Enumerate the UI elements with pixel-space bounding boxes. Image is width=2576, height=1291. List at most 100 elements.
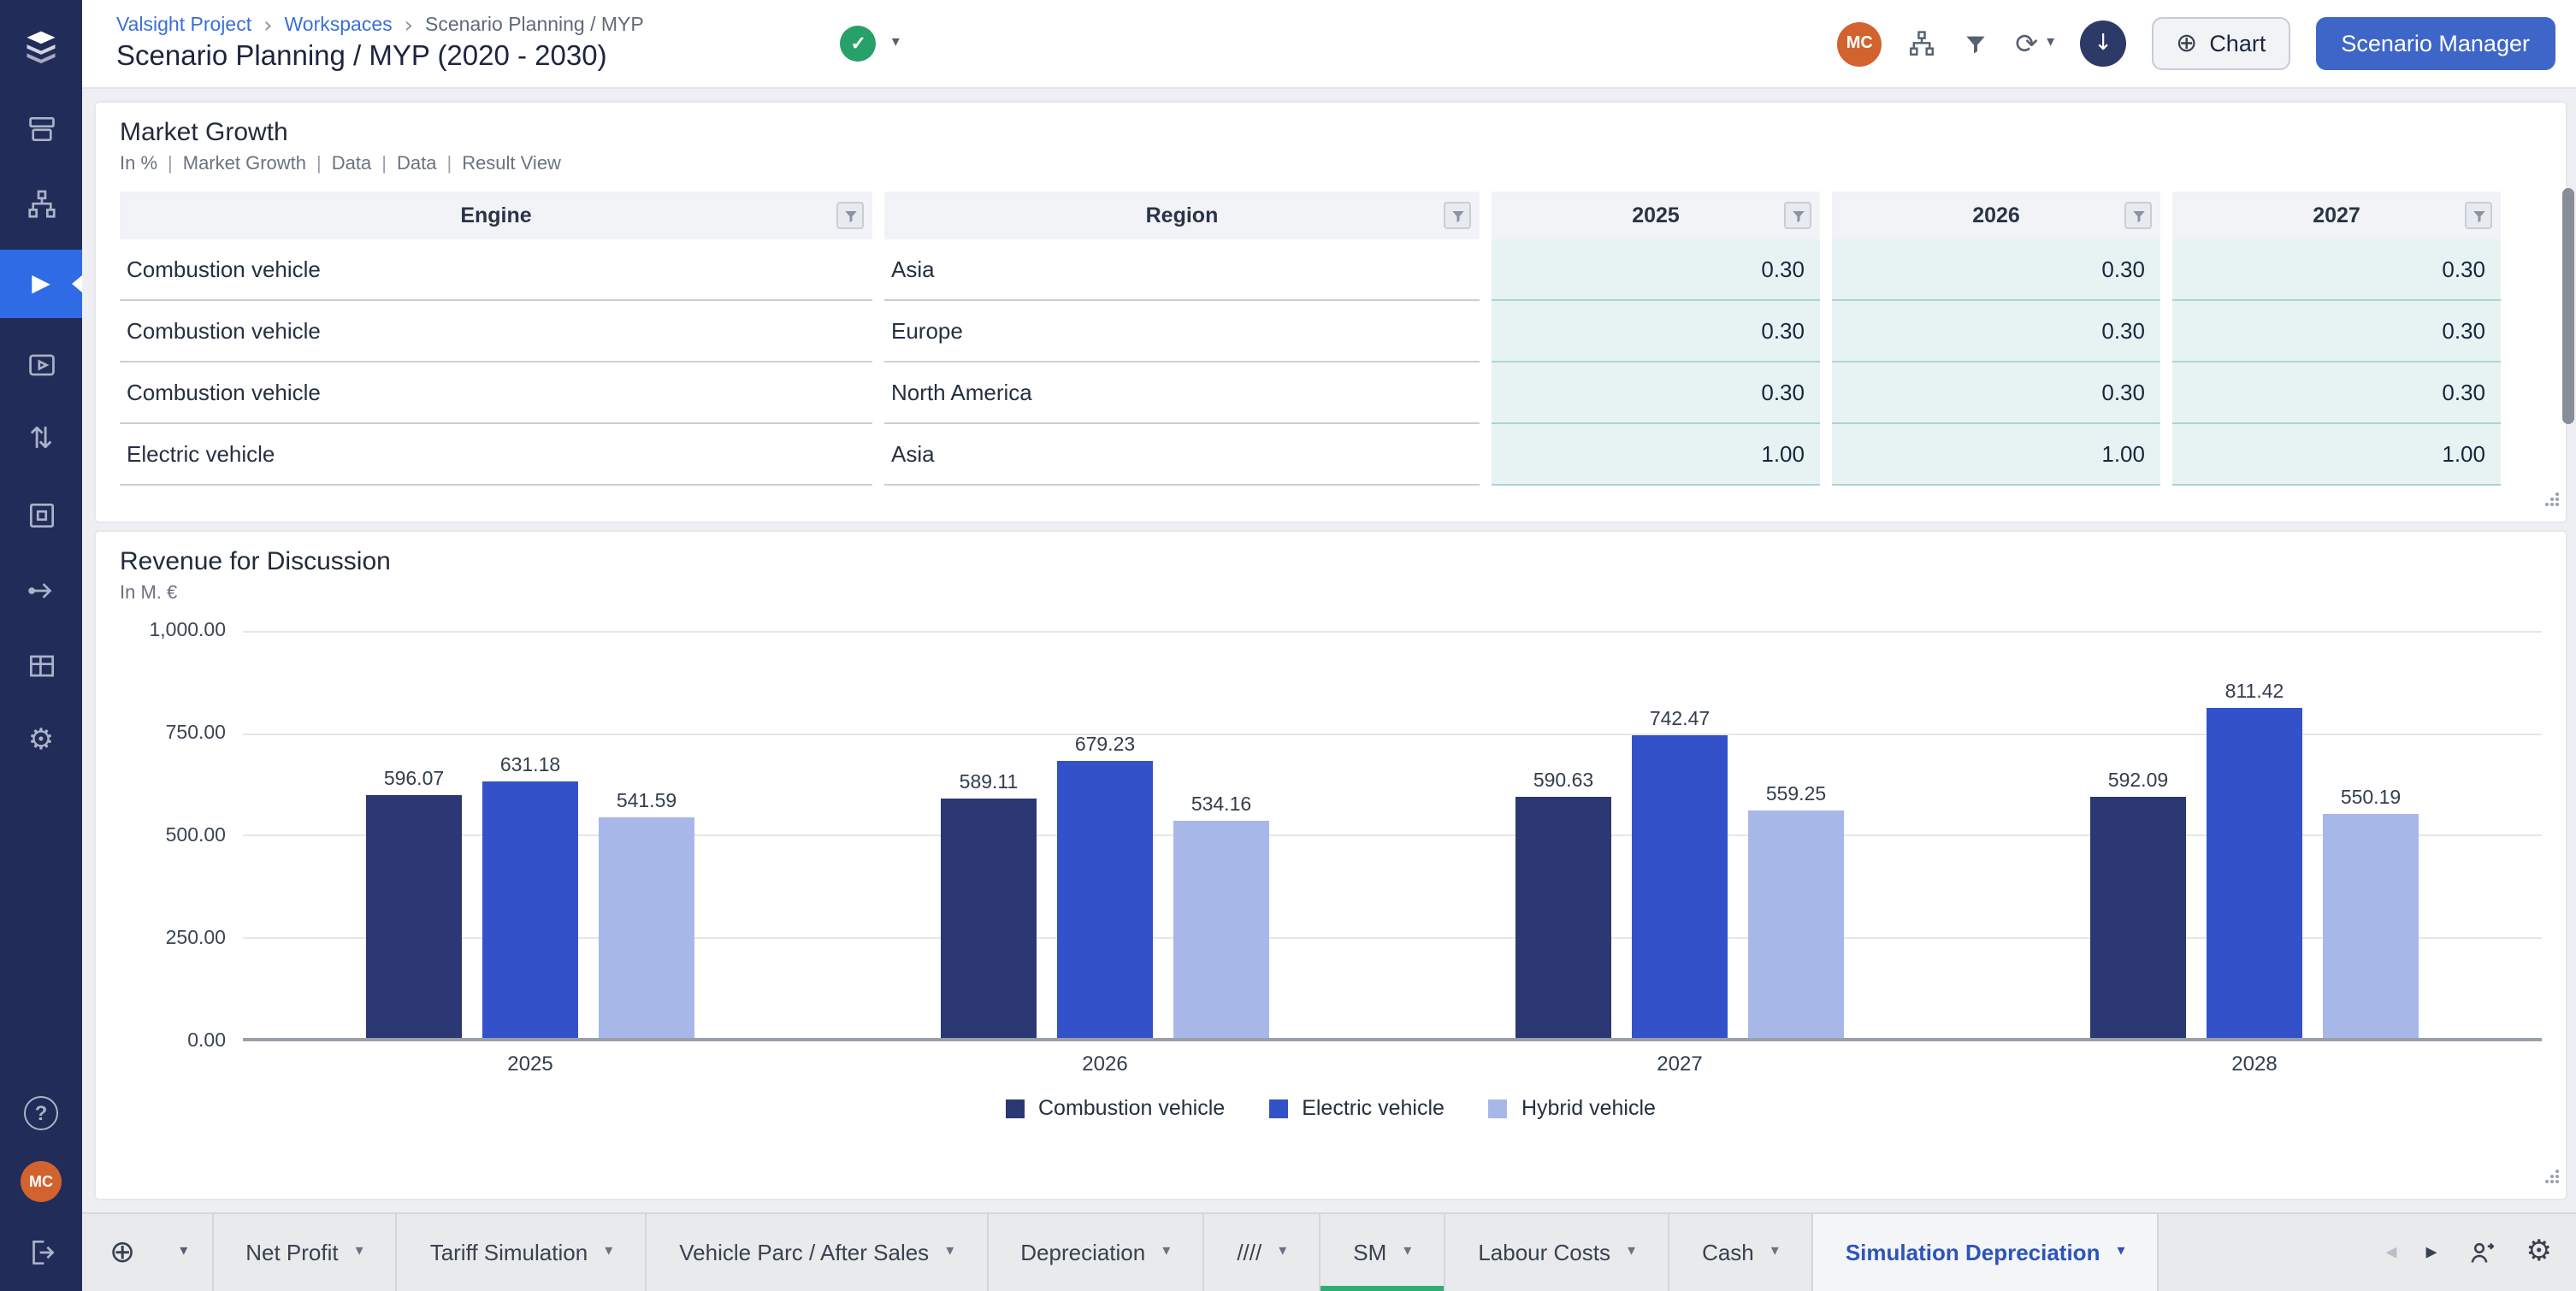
tab-sm[interactable]: SM▾ xyxy=(1320,1214,1445,1291)
user-switch-icon[interactable] xyxy=(2467,1237,2497,1268)
cell-value[interactable]: 0.30 xyxy=(1492,363,1820,424)
bar-settings-gear-icon[interactable]: ⚙ xyxy=(2526,1238,2553,1267)
bar-group: 590.63742.47559.25 xyxy=(1505,631,1854,1038)
chevron-down-icon[interactable]: ▾ xyxy=(1279,1245,1286,1260)
plus-circle-icon: ⊕ xyxy=(109,1237,135,1268)
column-filter-icon[interactable] xyxy=(2124,202,2152,229)
tab-net-profit[interactable]: Net Profit▾ xyxy=(213,1214,397,1291)
tabs-scroll-left-icon[interactable]: ◂ xyxy=(2385,1241,2396,1264)
legend-label: Hybrid vehicle xyxy=(1521,1096,1656,1120)
plus-circle-icon: ⊕ xyxy=(2176,31,2197,56)
tab-label: Vehicle Parc / After Sales xyxy=(679,1240,929,1265)
table-icon[interactable] xyxy=(0,636,82,694)
refresh-caret-icon[interactable]: ▾ xyxy=(2047,36,2054,51)
cell-value[interactable]: 1.00 xyxy=(1832,424,2160,486)
import-export-icon[interactable]: ⇅ xyxy=(0,410,82,469)
chevron-down-icon[interactable]: ▾ xyxy=(1403,1245,1411,1260)
subtitle-part: Market Growth xyxy=(183,150,306,178)
tab-label: Simulation Depreciation xyxy=(1846,1240,2100,1265)
tab-simulation-depreciation[interactable]: Simulation Depreciation ▾ xyxy=(1813,1214,2159,1291)
flow-icon[interactable] xyxy=(0,561,82,619)
column-filter-icon[interactable] xyxy=(836,202,864,229)
chart-button[interactable]: ⊕ Chart xyxy=(2152,17,2289,70)
x-axis-label: 2028 xyxy=(2080,1052,2429,1076)
y-tick-label: 250.00 xyxy=(166,928,226,949)
legend-item[interactable]: Combustion vehicle xyxy=(1006,1096,1225,1120)
cell-value[interactable]: 0.30 xyxy=(1832,363,2160,424)
resize-grip[interactable] xyxy=(2544,486,2561,516)
bar-value-label: 534.16 xyxy=(1191,795,1251,816)
model-hierarchy-icon[interactable] xyxy=(0,174,82,233)
header-hierarchy-icon[interactable] xyxy=(1907,29,1936,58)
tab-depreciation[interactable]: Depreciation▾ xyxy=(988,1214,1204,1291)
breadcrumb-item[interactable]: Workspaces xyxy=(285,15,393,36)
header-avatar[interactable]: MC xyxy=(1837,21,1882,66)
cell-value[interactable]: 1.00 xyxy=(1492,424,1820,486)
column-header-label: 2025 xyxy=(1632,203,1680,227)
x-axis-label: 2026 xyxy=(931,1052,1279,1076)
cell-value[interactable]: 0.30 xyxy=(1832,301,2160,363)
presentation-play-icon[interactable] xyxy=(0,335,82,393)
cell-value[interactable]: 0.30 xyxy=(1492,301,1820,363)
status-caret-icon[interactable]: ▾ xyxy=(892,36,900,51)
bar-wrap: 541.59 xyxy=(599,631,694,1038)
market-growth-title: Market Growth xyxy=(120,116,2542,150)
chevron-down-icon[interactable]: ▾ xyxy=(946,1245,954,1260)
cell-value[interactable]: 0.30 xyxy=(2172,301,2501,363)
tab-cash[interactable]: Cash▾ xyxy=(1669,1214,1813,1291)
vertical-scrollbar[interactable] xyxy=(2562,188,2574,424)
settings-gear-icon[interactable]: ⚙ xyxy=(0,711,82,769)
sidebar-item-workspace-active[interactable]: ▶ xyxy=(0,250,82,318)
subtitle-part: In % xyxy=(120,150,157,178)
bar-value-label: 679.23 xyxy=(1075,736,1135,757)
subtitle-separator: | xyxy=(168,150,173,178)
download-icon[interactable]: ↓ xyxy=(2080,21,2126,67)
legend-swatch xyxy=(1269,1099,1288,1117)
help-icon[interactable]: ? xyxy=(24,1096,58,1130)
chevron-down-icon[interactable]: ▾ xyxy=(1162,1245,1170,1260)
archive-icon[interactable] xyxy=(0,99,82,157)
chevron-down-icon[interactable]: ▾ xyxy=(605,1245,612,1260)
sidebar-avatar[interactable]: MC xyxy=(21,1161,62,1202)
add-tab-button[interactable]: ⊕ xyxy=(82,1214,156,1291)
cell-value[interactable]: 0.30 xyxy=(1832,239,2160,301)
cell-value[interactable]: 0.30 xyxy=(2172,239,2501,301)
chevron-down-icon[interactable]: ▾ xyxy=(1628,1245,1635,1260)
refresh-icon[interactable]: ⟳ xyxy=(2015,30,2038,57)
logout-icon[interactable] xyxy=(21,1233,62,1270)
scenario-manager-button[interactable]: Scenario Manager xyxy=(2315,17,2555,70)
app-window: ▶ ⇅ ⚙ ? MC xyxy=(0,0,2576,1291)
tab-vehicle-parc-after-sales[interactable]: Vehicle Parc / After Sales ▾ xyxy=(647,1214,988,1291)
bar-wrap: 679.23 xyxy=(1057,631,1153,1038)
bar-group: 596.07631.18541.59 xyxy=(356,631,705,1038)
bar xyxy=(599,817,694,1038)
legend-item[interactable]: Hybrid vehicle xyxy=(1489,1096,1656,1120)
tab-slashes[interactable]: ////▾ xyxy=(1204,1214,1320,1291)
tab-tariff-simulation[interactable]: Tariff Simulation▾ xyxy=(398,1214,647,1291)
column-filter-icon[interactable] xyxy=(2465,202,2492,229)
canvas-icon[interactable] xyxy=(0,486,82,544)
bar-value-label: 596.07 xyxy=(384,769,444,790)
column-filter-icon[interactable] xyxy=(1444,202,1471,229)
chevron-down-icon[interactable]: ▾ xyxy=(356,1245,363,1260)
breadcrumb-item[interactable]: Valsight Project xyxy=(116,15,251,36)
chevron-down-icon[interactable]: ▾ xyxy=(2117,1245,2124,1260)
status-check-icon[interactable]: ✓ xyxy=(841,26,877,62)
chevron-down-icon[interactable]: ▾ xyxy=(1771,1245,1779,1260)
cell-value[interactable]: 0.30 xyxy=(1492,239,1820,301)
resize-grip[interactable] xyxy=(2544,1163,2561,1194)
cell-value[interactable]: 1.00 xyxy=(2172,424,2501,486)
column-filter-icon[interactable] xyxy=(1784,202,1811,229)
add-tab-caret-icon[interactable]: ▾ xyxy=(156,1214,213,1291)
valsight-logo-icon[interactable] xyxy=(0,17,82,75)
tab-labour-costs[interactable]: Labour Costs▾ xyxy=(1445,1214,1669,1291)
legend-item[interactable]: Electric vehicle xyxy=(1269,1096,1445,1120)
cell-engine: Electric vehicle xyxy=(120,424,872,486)
column-header-label: 2026 xyxy=(1972,203,2020,227)
tabs-scroll-right-icon[interactable]: ▸ xyxy=(2425,1241,2437,1264)
bar xyxy=(941,799,1037,1038)
header-bar: Valsight Project›Workspaces›Scenario Pla… xyxy=(82,0,2576,89)
cell-value[interactable]: 0.30 xyxy=(2172,363,2501,424)
filter-icon[interactable] xyxy=(1962,30,1989,57)
bar xyxy=(1173,821,1269,1038)
